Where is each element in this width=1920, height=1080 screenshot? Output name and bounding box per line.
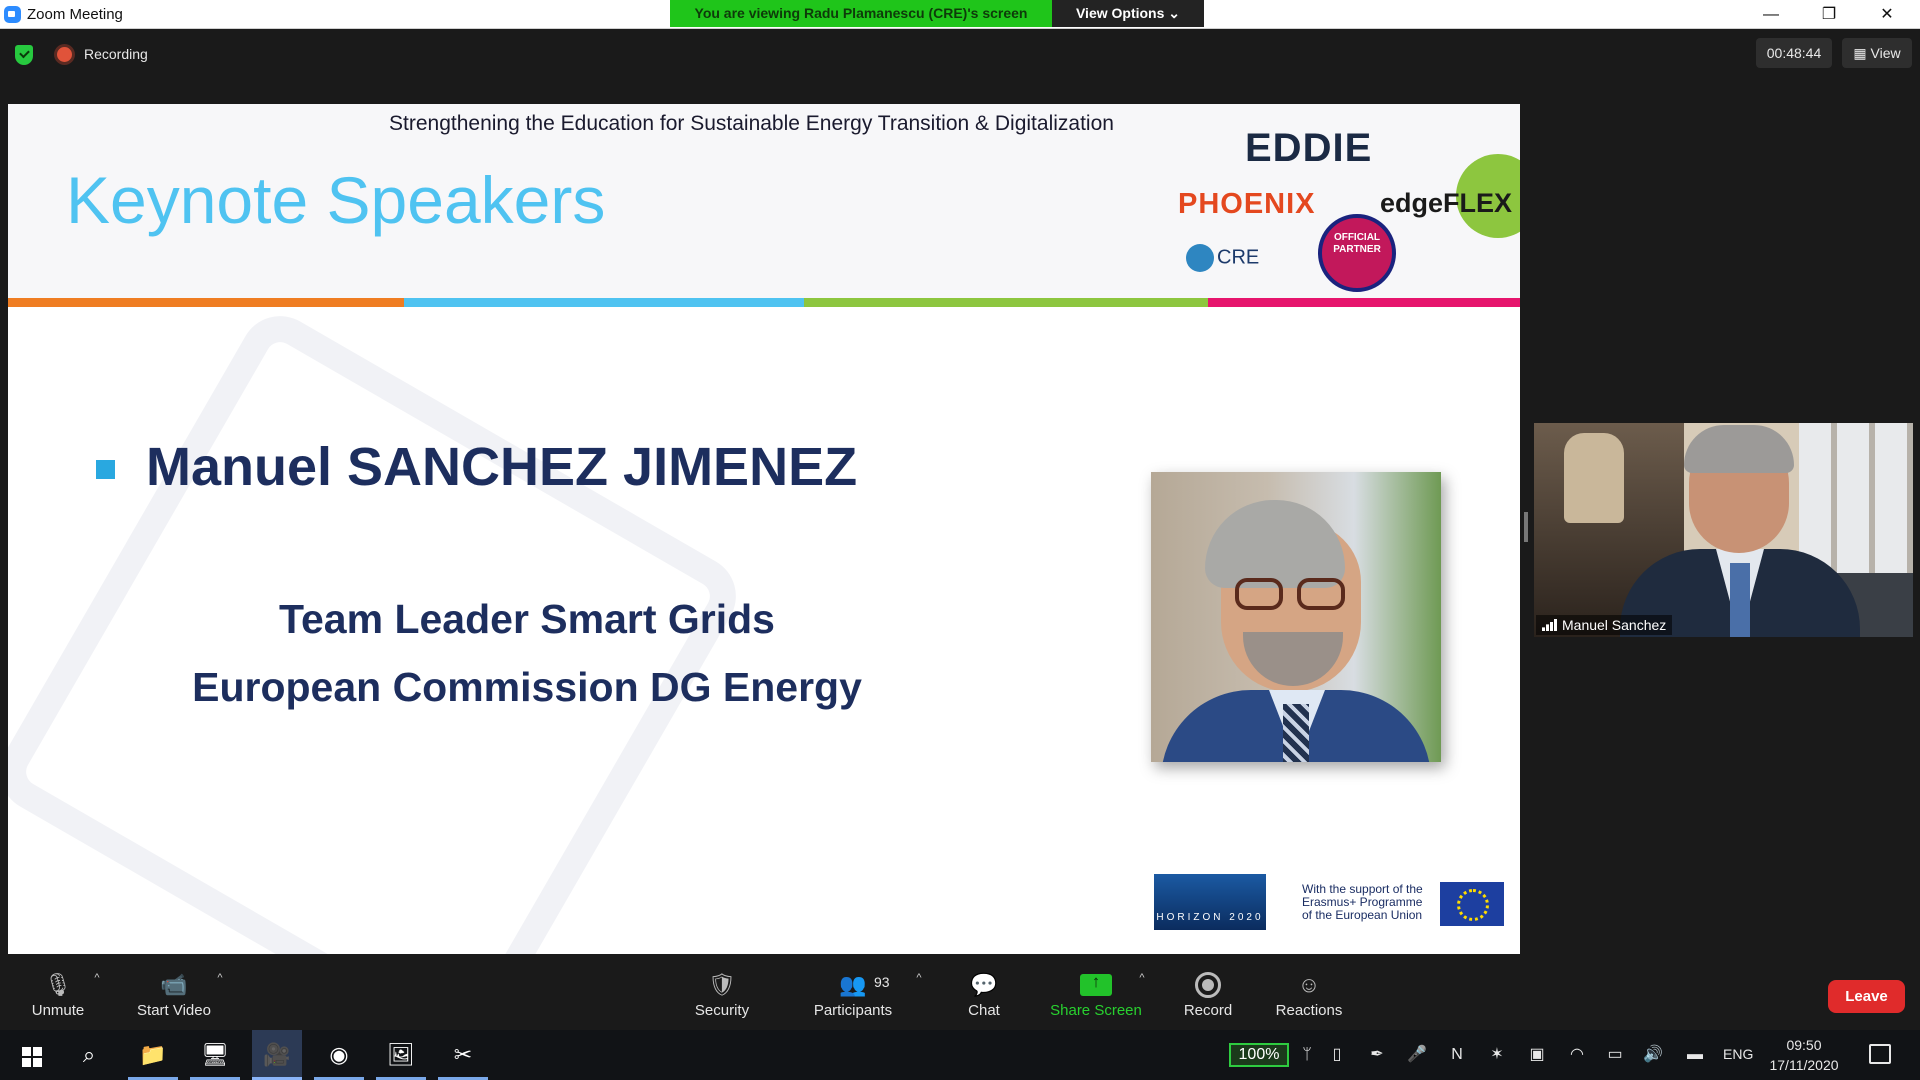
signal-strength-icon <box>1542 619 1558 631</box>
recording-indicator-icon <box>57 47 72 62</box>
view-label: View <box>1870 45 1901 61</box>
participants-label: Participants <box>813 1002 893 1019</box>
restore-button[interactable]: ❐ <box>1806 0 1852 29</box>
unmute-label: Unmute <box>31 1002 85 1019</box>
meeting-toolbar: 🎙 Unmute 📹 Start Video 🛡 Security 👥 Part… <box>0 962 1920 1028</box>
color-stripe-green <box>804 298 1208 307</box>
share-screen-button[interactable]: Share Screen <box>1048 962 1144 1028</box>
zoom-tray-icon[interactable]: ▣ <box>1526 1042 1548 1068</box>
windows-taskbar: ⌕ 📁 🖥 🎥 ◉ 🖼 ✂ <box>0 1030 1920 1080</box>
chrome-icon[interactable]: ◉ <box>314 1030 364 1080</box>
security-label: Security <box>694 1002 750 1019</box>
search-icon[interactable]: ⌕ <box>64 1030 114 1080</box>
shared-screen-slide: Strengthening the Education for Sustaina… <box>8 104 1520 954</box>
color-stripe-orange <box>8 298 404 307</box>
horizon-2020-logo: HORIZON 2020 <box>1154 874 1266 930</box>
eddie-logo-text: EDDIE <box>1245 126 1373 170</box>
encryption-shield-icon[interactable] <box>15 45 33 65</box>
color-stripe-blue <box>404 298 804 307</box>
clock-date: 17/11/2020 <box>1769 1057 1839 1073</box>
security-shield-icon: 🛡 <box>708 972 736 997</box>
color-stripe-pink <box>1208 298 1520 307</box>
start-button[interactable] <box>4 1030 54 1080</box>
record-label: Record <box>1183 1002 1233 1019</box>
snip-icon[interactable]: ✂ <box>438 1030 488 1080</box>
participant-video-tile[interactable]: Manuel Sanchez <box>1534 423 1913 637</box>
remote-desktop-icon[interactable]: 🖥 <box>190 1030 240 1080</box>
participant-name-label: Manuel Sanchez <box>1536 615 1673 635</box>
participants-count: 93 <box>874 974 890 990</box>
speaker-role-line-1: Team Leader Smart Grids <box>279 596 775 642</box>
wifi-icon[interactable]: ◠ <box>1566 1042 1588 1068</box>
minimize-button[interactable]: — <box>1748 0 1794 29</box>
tablet-icon[interactable]: ▯ <box>1326 1042 1348 1068</box>
leave-meeting-button[interactable]: Leave <box>1828 980 1905 1013</box>
cre-globe-icon <box>1186 244 1214 272</box>
file-explorer-icon[interactable]: 📁 <box>128 1030 178 1080</box>
view-layout-button[interactable]: ▦ View <box>1842 38 1912 68</box>
participant-name: Manuel Sanchez <box>1562 617 1667 633</box>
onenote-icon[interactable]: N <box>1446 1042 1468 1068</box>
start-video-button[interactable]: 📹 Start Video <box>128 962 220 1028</box>
reactions-button[interactable]: ☺ Reactions <box>1268 962 1350 1028</box>
windows-logo-icon <box>22 1047 42 1067</box>
language-indicator[interactable]: ENG <box>1723 1046 1753 1062</box>
zoom-icon[interactable]: 🎥 <box>252 1030 302 1080</box>
resize-handle[interactable] <box>1524 512 1528 542</box>
share-screen-label: Share Screen <box>1050 1002 1142 1019</box>
speaker-name: Manuel SANCHEZ JIMENEZ <box>146 437 858 497</box>
video-options-chevron-icon[interactable]: ^ <box>213 972 227 986</box>
record-icon <box>1195 972 1221 998</box>
audio-options-chevron-icon[interactable]: ^ <box>90 972 104 986</box>
cre-logo: CRE <box>1186 244 1259 272</box>
reactions-label: Reactions <box>1275 1002 1343 1019</box>
display-icon[interactable]: ▭ <box>1604 1042 1626 1068</box>
muted-microphone-icon: 🎙 <box>44 972 72 997</box>
view-options-button[interactable]: View Options ⌄ <box>1052 0 1204 27</box>
participants-options-chevron-icon[interactable]: ^ <box>912 972 926 986</box>
start-video-label: Start Video <box>137 1002 211 1019</box>
notifications-icon[interactable] <box>1869 1044 1891 1064</box>
share-screen-icon <box>1080 972 1112 996</box>
edgeflex-logo: edgeFLEX <box>1380 188 1513 218</box>
window-titlebar: Zoom Meeting You are viewing Radu Plaman… <box>0 0 1920 29</box>
zoom-app-icon <box>4 6 21 23</box>
erasmus-support-text: With the support of the Erasmus+ Program… <box>1302 882 1423 922</box>
speaker-photo <box>1151 472 1441 762</box>
app-tray-icon[interactable]: ✶ <box>1486 1042 1508 1068</box>
reactions-smiley-icon: ☺ <box>1297 972 1321 997</box>
phoenix-logo: PHOENIX <box>1178 188 1316 220</box>
chat-bubble-icon: 💬 <box>970 972 998 997</box>
usb-icon[interactable]: ᛘ <box>1296 1042 1318 1068</box>
meeting-timer: 00:48:44 <box>1756 38 1832 68</box>
slide-subtitle: Strengthening the Education for Sustaina… <box>389 112 1114 135</box>
pen-icon[interactable]: ✒ <box>1366 1042 1388 1068</box>
viewing-screen-banner: You are viewing Radu Plamanescu (CRE)'s … <box>670 0 1052 27</box>
battery-icon[interactable]: ▬ <box>1684 1042 1706 1068</box>
battery-percentage[interactable]: 100% <box>1229 1043 1289 1067</box>
microphone-icon[interactable]: 🎤 <box>1406 1042 1428 1068</box>
eu-flag-icon <box>1440 882 1504 926</box>
speaker-role-line-2: European Commission DG Energy <box>192 664 862 710</box>
record-button[interactable]: Record <box>1172 962 1244 1028</box>
chat-label: Chat <box>968 1002 1000 1019</box>
chat-button[interactable]: 💬 Chat <box>954 962 1014 1028</box>
official-partner-badge: OFFICIAL PARTNER <box>1318 214 1396 292</box>
cre-logo-text: CRE <box>1217 246 1260 269</box>
window-title: Zoom Meeting <box>27 6 123 23</box>
clock-time: 09:50 <box>1786 1037 1822 1053</box>
taskbar-clock[interactable]: 09:50 17/11/2020 <box>1768 1035 1840 1075</box>
photos-icon[interactable]: 🖼 <box>376 1030 426 1080</box>
volume-icon[interactable]: 🔊 <box>1642 1042 1664 1068</box>
share-options-chevron-icon[interactable]: ^ <box>1135 972 1149 986</box>
close-button[interactable]: ✕ <box>1864 0 1910 29</box>
recording-label: Recording <box>84 46 148 62</box>
video-off-icon: 📹 <box>160 972 188 997</box>
bullet-icon <box>96 460 115 479</box>
participants-button[interactable]: 👥 Participants <box>806 962 900 1028</box>
security-button[interactable]: 🛡 Security <box>684 962 760 1028</box>
slide-title: Keynote Speakers <box>66 163 606 237</box>
eddie-logo: EDDIE <box>1245 126 1372 171</box>
unmute-button[interactable]: 🎙 Unmute <box>18 962 98 1028</box>
